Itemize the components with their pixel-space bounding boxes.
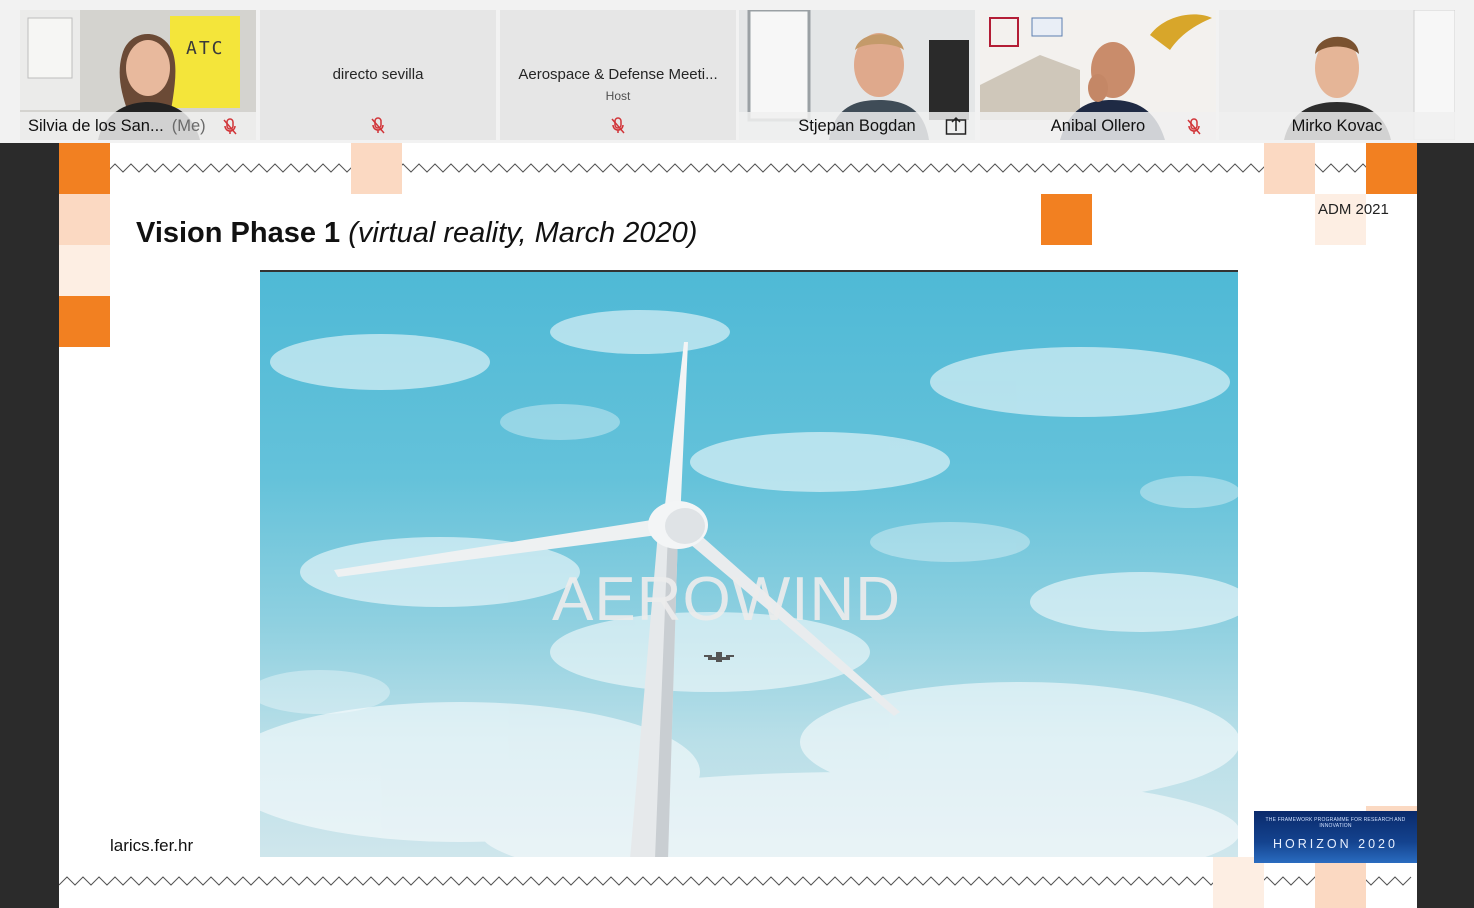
deco-square <box>59 245 110 296</box>
deco-square <box>59 296 110 347</box>
deco-square <box>1213 857 1264 908</box>
deco-square <box>1264 143 1315 194</box>
horizon-2020-logo: THE FRAMEWORK PROGRAMME FOR RESEARCH AND… <box>1254 811 1417 863</box>
slide-title-main: Vision Phase 1 <box>136 217 341 249</box>
deco-square <box>59 143 110 194</box>
participant-name: Mirko Kovac <box>1291 116 1383 135</box>
video-caption: AEROWIND <box>552 565 901 634</box>
participant-nameplate: Mirko Kovac <box>1219 112 1455 140</box>
participant-tile-silvia[interactable]: ATC Silvia de los San... (Me) <box>20 10 256 140</box>
deco-square <box>1315 857 1366 908</box>
participant-tile-mirko-kovac[interactable]: Mirko Kovac <box>1219 10 1455 140</box>
participant-tile-host[interactable]: Aerospace & Defense Meeti... Host <box>500 10 736 140</box>
participant-name: directo sevilla <box>332 66 424 83</box>
participant-strip: ATC Silvia de los San... (Me) directo se… <box>0 0 1474 143</box>
screen-share-icon <box>945 116 967 135</box>
deco-square <box>351 143 402 194</box>
participant-tile-directo-sevilla[interactable]: directo sevilla <box>260 10 496 140</box>
participant-nameplate: Stjepan Bogdan <box>739 112 975 140</box>
me-label: (Me) <box>171 116 206 135</box>
meeting-window: ATC Silvia de los San... (Me) directo se… <box>0 0 1474 908</box>
stage-bar-left <box>0 143 59 908</box>
participant-name: Stjepan Bogdan <box>798 116 916 135</box>
slide-title-subtitle: (virtual reality, March 2020) <box>348 217 698 249</box>
zigzag-border-top <box>59 163 1412 173</box>
host-label: Host <box>605 89 631 103</box>
deco-square <box>1366 143 1417 194</box>
conference-tag: ADM 2021 <box>1318 201 1389 218</box>
mic-muted-icon <box>371 117 385 134</box>
participant-tile-anibal-ollero[interactable]: Anibal Ollero <box>980 10 1216 140</box>
mic-muted-icon <box>223 118 237 135</box>
deco-square <box>59 194 110 245</box>
stage-bar-right <box>1417 143 1474 908</box>
participant-nameplate: Anibal Ollero <box>980 112 1216 140</box>
participant-name: Anibal Ollero <box>1050 116 1146 135</box>
mic-muted-icon <box>611 117 625 134</box>
slide-title: Vision Phase 1 (virtual reality, March 2… <box>136 217 697 250</box>
website-footer: larics.fer.hr <box>110 836 194 855</box>
logo-tagline: THE FRAMEWORK PROGRAMME FOR RESEARCH AND… <box>1265 817 1406 829</box>
embedded-video[interactable]: AEROWIND <box>260 270 1238 857</box>
participant-name: Aerospace & Defense Meeti... <box>518 66 718 83</box>
logo-word: HORIZON 2020 <box>1273 837 1398 851</box>
deco-square <box>1041 194 1092 245</box>
participant-nameplate: Silvia de los San... (Me) <box>20 112 256 140</box>
participant-tile-stjepan-bogdan[interactable]: Stjepan Bogdan <box>739 10 975 140</box>
participant-name: Silvia de los San... <box>28 116 164 135</box>
mic-muted-icon <box>1187 118 1201 135</box>
poster-text: ATC <box>186 38 225 59</box>
shared-slide: Vision Phase 1 (virtual reality, March 2… <box>59 143 1417 908</box>
